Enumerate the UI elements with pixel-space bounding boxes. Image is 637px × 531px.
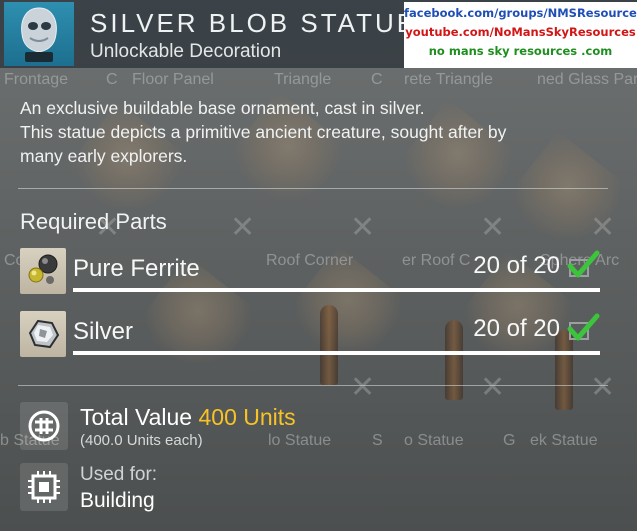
total-value-label: Total Value: [80, 404, 193, 430]
required-parts-title: Required Parts: [20, 209, 167, 234]
part-progress-bar: [73, 288, 600, 292]
part-count: 20 of 20: [473, 252, 560, 279]
part-progress-bar: [73, 351, 600, 355]
total-value: Total Value 400 Units: [80, 404, 296, 431]
description-line: many early explorers.: [20, 146, 188, 166]
building-chip-icon: [20, 463, 68, 511]
bg-label: G: [503, 432, 516, 449]
wrench-icon: ✕: [480, 371, 506, 404]
part-count: 20 of 20: [473, 315, 560, 342]
wrench-icon: ✕: [230, 211, 256, 244]
bg-label: ned Glass Par: [537, 71, 637, 88]
bg-label: ek Statue: [530, 432, 598, 449]
required-part-row: Silver 20 of 20: [20, 311, 600, 357]
bg-label: C: [106, 71, 118, 88]
item-description: An exclusive buildable base ornament, ca…: [20, 96, 620, 168]
item-thumbnail: [4, 2, 74, 66]
units-icon: [20, 402, 68, 450]
bg-label: S: [372, 432, 383, 449]
watermark-line: facebook.com/groups/NMSResources: [404, 6, 637, 20]
bg-label: C: [371, 71, 383, 88]
wrench-icon: ✕: [590, 211, 616, 244]
used-for-label: Used for:: [80, 464, 158, 485]
bg-label: Frontage: [4, 71, 69, 88]
part-name: Pure Ferrite: [73, 255, 200, 282]
bg-label: lo Statue: [268, 432, 332, 449]
silver-blob-statue-icon: [21, 7, 57, 62]
required-part-row: Pure Ferrite 20 of 20: [20, 248, 600, 294]
silver-icon: [20, 311, 66, 357]
wrench-icon: ✕: [590, 371, 616, 404]
unit-price: (400.0 Units each): [80, 432, 203, 449]
used-for-value: Building: [80, 489, 155, 512]
watermark: facebook.com/groups/NMSResources youtube…: [404, 2, 637, 68]
item-subtitle: Unlockable Decoration: [90, 41, 282, 62]
item-title: SILVER BLOB STATUE: [90, 8, 418, 38]
bg-label: o Statue: [404, 432, 464, 449]
check-icon: [567, 313, 600, 341]
bg-label: Floor Panel: [132, 71, 214, 88]
bg-label: rete Triangle: [404, 71, 493, 88]
check-icon: [567, 250, 600, 278]
description-line: This statue depicts a primitive ancient …: [20, 122, 507, 142]
divider: [18, 385, 608, 386]
pure-ferrite-icon: [20, 248, 66, 294]
wrench-icon: ✕: [480, 211, 506, 244]
part-name: Silver: [73, 318, 134, 345]
watermark-line: youtube.com/NoMansSkyResources: [405, 25, 636, 39]
description-line: An exclusive buildable base ornament, ca…: [20, 98, 425, 118]
bg-label: Triangle: [274, 71, 332, 88]
wrench-icon: ✕: [350, 371, 376, 404]
total-value-amount: 400 Units: [198, 404, 296, 430]
watermark-line: no mans sky resources .com: [428, 44, 613, 58]
item-header: SILVER BLOB STATUE Unlockable Decoration…: [0, 0, 637, 68]
divider: [18, 188, 608, 189]
wrench-icon: ✕: [350, 211, 376, 244]
